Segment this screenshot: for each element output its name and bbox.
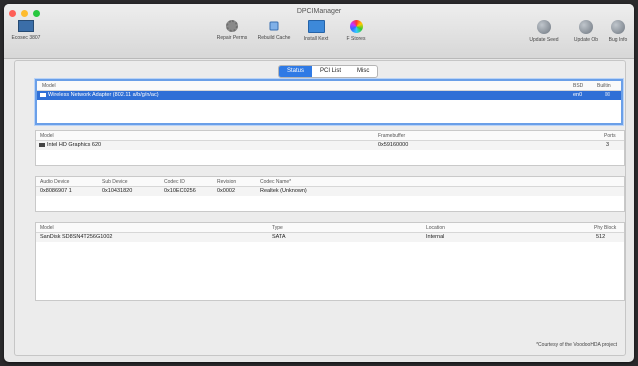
globe-icon — [579, 20, 593, 34]
storage-type: SATA — [272, 234, 286, 240]
tab-pci-list[interactable]: PCI List — [312, 66, 349, 77]
bug-info-button[interactable]: Bug Info — [596, 20, 634, 43]
tab-status[interactable]: Status — [279, 66, 313, 77]
app-window: DPCIManager Ecosec 3807 Repair Perms Reb… — [4, 4, 634, 362]
table-row[interactable]: 0x8086907 1 0x10431820 0x10EC0256 0x0002… — [36, 187, 624, 196]
table-row[interactable]: Intel HD Graphics 620 0x59160000 3 — [36, 141, 624, 150]
col-bsd[interactable]: BSD — [573, 83, 583, 89]
network-icon — [40, 92, 46, 97]
title-bar: DPCIManager Ecosec 3807 Repair Perms Reb… — [4, 4, 634, 59]
network-table[interactable]: Model BSD Builtin Wireless Network Adapt… — [35, 79, 623, 125]
install-kext-button[interactable]: Install Kext — [294, 20, 338, 42]
audio-device: 0x8086907 1 — [40, 188, 72, 194]
repair-perms-button[interactable]: Repair Perms — [210, 20, 254, 41]
col-type[interactable]: Type — [272, 225, 283, 231]
audio-table[interactable]: Audio Device Sub Device Codec ID Revisio… — [35, 176, 625, 212]
col-phy-block[interactable]: Phy Block — [594, 225, 616, 231]
network-header: Model BSD Builtin — [37, 81, 621, 91]
storage-location: Internal — [426, 234, 445, 240]
tab-misc[interactable]: Misc — [349, 66, 377, 77]
graphics-model: Intel HD Graphics 620 — [39, 142, 101, 148]
color-wheel-icon — [349, 20, 363, 33]
col-model[interactable]: Model — [40, 133, 54, 139]
f-stores-label: F Stores — [346, 36, 366, 42]
audio-revision: 0x0002 — [217, 188, 236, 194]
storage-header: Model Type Location Phy Block — [36, 223, 624, 233]
col-ports[interactable]: Ports — [604, 133, 616, 139]
audio-codec-name: Realtek (Unknown) — [260, 188, 307, 194]
f-stores-button[interactable]: F Stores — [334, 20, 378, 42]
graphics-ports: 3 — [606, 142, 610, 148]
col-builtin[interactable]: Builtin — [597, 83, 611, 89]
display-icon — [39, 142, 45, 147]
network-bsd: en0 — [573, 92, 583, 98]
tab-bar: Status PCI List Misc — [278, 65, 379, 78]
storage-model: SanDisk SD8SN4T256G1002 — [40, 234, 113, 240]
footer-note: *Courtesy of the VoodooHDA project — [536, 342, 617, 348]
col-sub-device[interactable]: Sub Device — [102, 179, 128, 185]
ecosec-label: Ecosec 3807 — [11, 35, 41, 41]
col-location[interactable]: Location — [426, 225, 445, 231]
rebuild-cache-label: Rebuild Cache — [257, 35, 291, 41]
globe-icon — [537, 20, 551, 34]
graphics-table[interactable]: Model Framebuffer Ports Intel HD Graphic… — [35, 130, 625, 166]
col-model[interactable]: Model — [42, 83, 56, 89]
col-model[interactable]: Model — [40, 225, 54, 231]
update-ob-label: Update Ob — [573, 37, 599, 43]
table-row[interactable]: SanDisk SD8SN4T256G1002 SATA Internal 51… — [36, 233, 624, 242]
laptop-icon — [18, 20, 34, 32]
graphics-framebuffer: 0x59160000 — [378, 142, 409, 148]
monitor-icon — [307, 20, 325, 33]
bug-info-label: Bug Info — [608, 37, 628, 43]
col-revision[interactable]: Revision — [217, 179, 236, 185]
window-title: DPCIManager — [296, 8, 342, 15]
rebuild-cache-button[interactable]: Rebuild Cache — [252, 20, 296, 41]
content-area: Status PCI List Misc Model BSD Builtin W… — [14, 60, 626, 356]
storage-table[interactable]: Model Type Location Phy Block SanDisk SD… — [35, 222, 625, 301]
wrench-icon — [269, 21, 279, 31]
builtin-checkbox[interactable]: ☒ — [605, 92, 610, 98]
graphics-header: Model Framebuffer Ports — [36, 131, 624, 141]
repair-perms-label: Repair Perms — [216, 35, 248, 41]
update-seed-label: Update Seed — [529, 37, 559, 43]
audio-sub-device: 0x10431820 — [102, 188, 133, 194]
gear-icon — [226, 20, 238, 32]
col-framebuffer[interactable]: Framebuffer — [378, 133, 405, 139]
globe-icon — [611, 20, 625, 34]
update-seed-button[interactable]: Update Seed — [522, 20, 566, 43]
storage-phy-block: 512 — [596, 234, 606, 240]
network-model: Wireless Network Adapter (802.11 a/b/g/n… — [40, 92, 159, 98]
col-codec-id[interactable]: Codec ID — [164, 179, 185, 185]
install-kext-label: Install Kext — [303, 36, 329, 42]
col-audio-device[interactable]: Audio Device — [40, 179, 69, 185]
table-row[interactable]: Wireless Network Adapter (802.11 a/b/g/n… — [37, 91, 621, 100]
audio-codec-id: 0x10EC0256 — [164, 188, 196, 194]
audio-header: Audio Device Sub Device Codec ID Revisio… — [36, 177, 624, 187]
col-codec-name[interactable]: Codec Name* — [260, 179, 291, 185]
ecosec-button[interactable]: Ecosec 3807 — [4, 20, 48, 41]
